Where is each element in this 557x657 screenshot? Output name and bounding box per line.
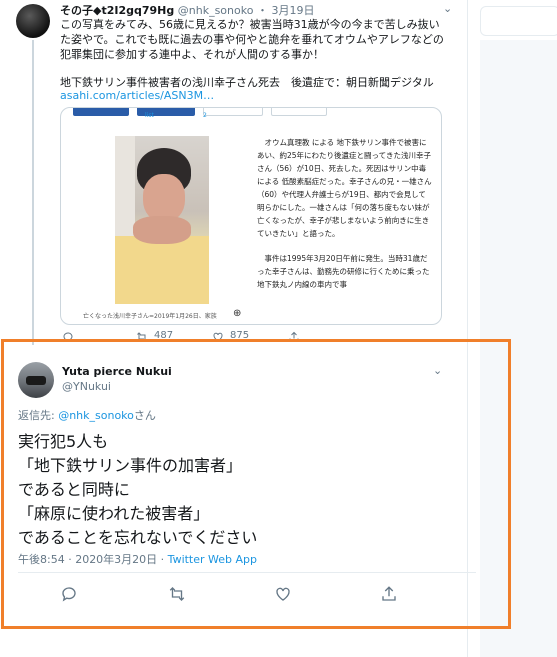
reply-icon[interactable] [60, 585, 80, 605]
separator: ・ [256, 4, 268, 17]
article-paragraph: 事件は1995年3月20日午前に発生。当時31歳だった幸子さんは、勤務先の研修に… [257, 254, 430, 289]
parent-tweet-header: その子◆t2I2gq79Hg @nhk_sonoko ・ 3月19日 [60, 2, 314, 18]
article-body: オウム真理教 による 地下鉄サリン事件で被害にあい、約25年にわたり後遺症と闘っ… [257, 136, 433, 291]
tweet-source-app[interactable]: Twitter Web App [168, 553, 257, 566]
reply-to-prefix: 返信先: [18, 409, 59, 422]
link-preview-card[interactable]: list 2 亡くなった浅川幸子さん=2019年1月26日、家族 ⊕ オウム真理… [60, 107, 442, 325]
author-name[interactable]: その子◆t2I2gq79Hg [60, 4, 174, 17]
parent-tweet[interactable]: その子◆t2I2gq79Hg @nhk_sonoko ・ 3月19日 ⌄ この写… [0, 0, 467, 345]
tweet-line: 実行犯5人も [18, 432, 109, 451]
avatar[interactable] [16, 4, 50, 38]
chevron-down-icon[interactable]: ⌄ [443, 2, 452, 15]
tweet-line: であることを忘れないでください [18, 528, 258, 547]
parent-tweet-text: この写真をみてみ、56歳に見えるか？被害当時31歳が今の今まで苦しみ抜いた姿やで… [60, 18, 444, 61]
divider [18, 572, 476, 573]
retweet-icon[interactable] [168, 585, 188, 605]
reply-tweet-actions [18, 582, 478, 608]
reply-to-line: 返信先: @nhk_sonokoさん [18, 407, 156, 423]
author-handle[interactable]: @YNukui [62, 380, 111, 393]
zoom-icon[interactable]: ⊕ [233, 308, 241, 319]
tweet-meta: 午後8:54 · 2020年3月20日 · Twitter Web App [18, 551, 257, 567]
article-paragraph: オウム真理教 による 地下鉄サリン事件で被害にあい、約25年にわたり後遺症と闘っ… [257, 138, 432, 238]
author-name[interactable]: Yuta pierce Nukui [62, 365, 172, 378]
thread-connector [32, 40, 34, 345]
share-more-button[interactable] [271, 108, 327, 116]
tweet-line: 「麻原に使われた被害者」 [18, 504, 210, 523]
author-handle[interactable]: @nhk_sonoko [178, 4, 254, 17]
like-icon[interactable] [274, 585, 294, 605]
article-title: 地下鉄サリン事件被害者の浅川幸子さん死去 後遺症で：朝日新聞デジタル [60, 76, 434, 89]
reply-to-mention[interactable]: @nhk_sonoko [58, 409, 134, 422]
photo-caption: 亡くなった浅川幸子さん=2019年1月26日、家族 [83, 313, 217, 320]
share-list-button[interactable] [203, 108, 263, 116]
avatar[interactable] [18, 362, 54, 398]
article-photo [115, 136, 209, 304]
share-icon[interactable] [380, 585, 400, 605]
tweet-timestamp[interactable]: 午後8:54 · 2020年3月20日 · [18, 553, 168, 566]
tweet-line: であると同時に [18, 480, 130, 499]
reply-to-suffix: さん [133, 409, 156, 422]
tweet-line: 「地下鉄サリン事件の加害者」 [18, 456, 243, 475]
share-label: 2 [203, 112, 207, 119]
article-link[interactable]: asahi.com/articles/ASN3M… [60, 89, 214, 102]
tweet-date[interactable]: 3月19日 [271, 4, 314, 17]
share-facebook-button[interactable] [73, 108, 129, 116]
reply-tweet-text: 実行犯5人も 「地下鉄サリン事件の加害者」 であると同時に 「麻原に使われた被害… [18, 430, 478, 550]
chevron-down-icon[interactable]: ⌄ [433, 364, 442, 377]
share-label: list [145, 112, 154, 119]
sidebar-search-card [480, 6, 557, 36]
